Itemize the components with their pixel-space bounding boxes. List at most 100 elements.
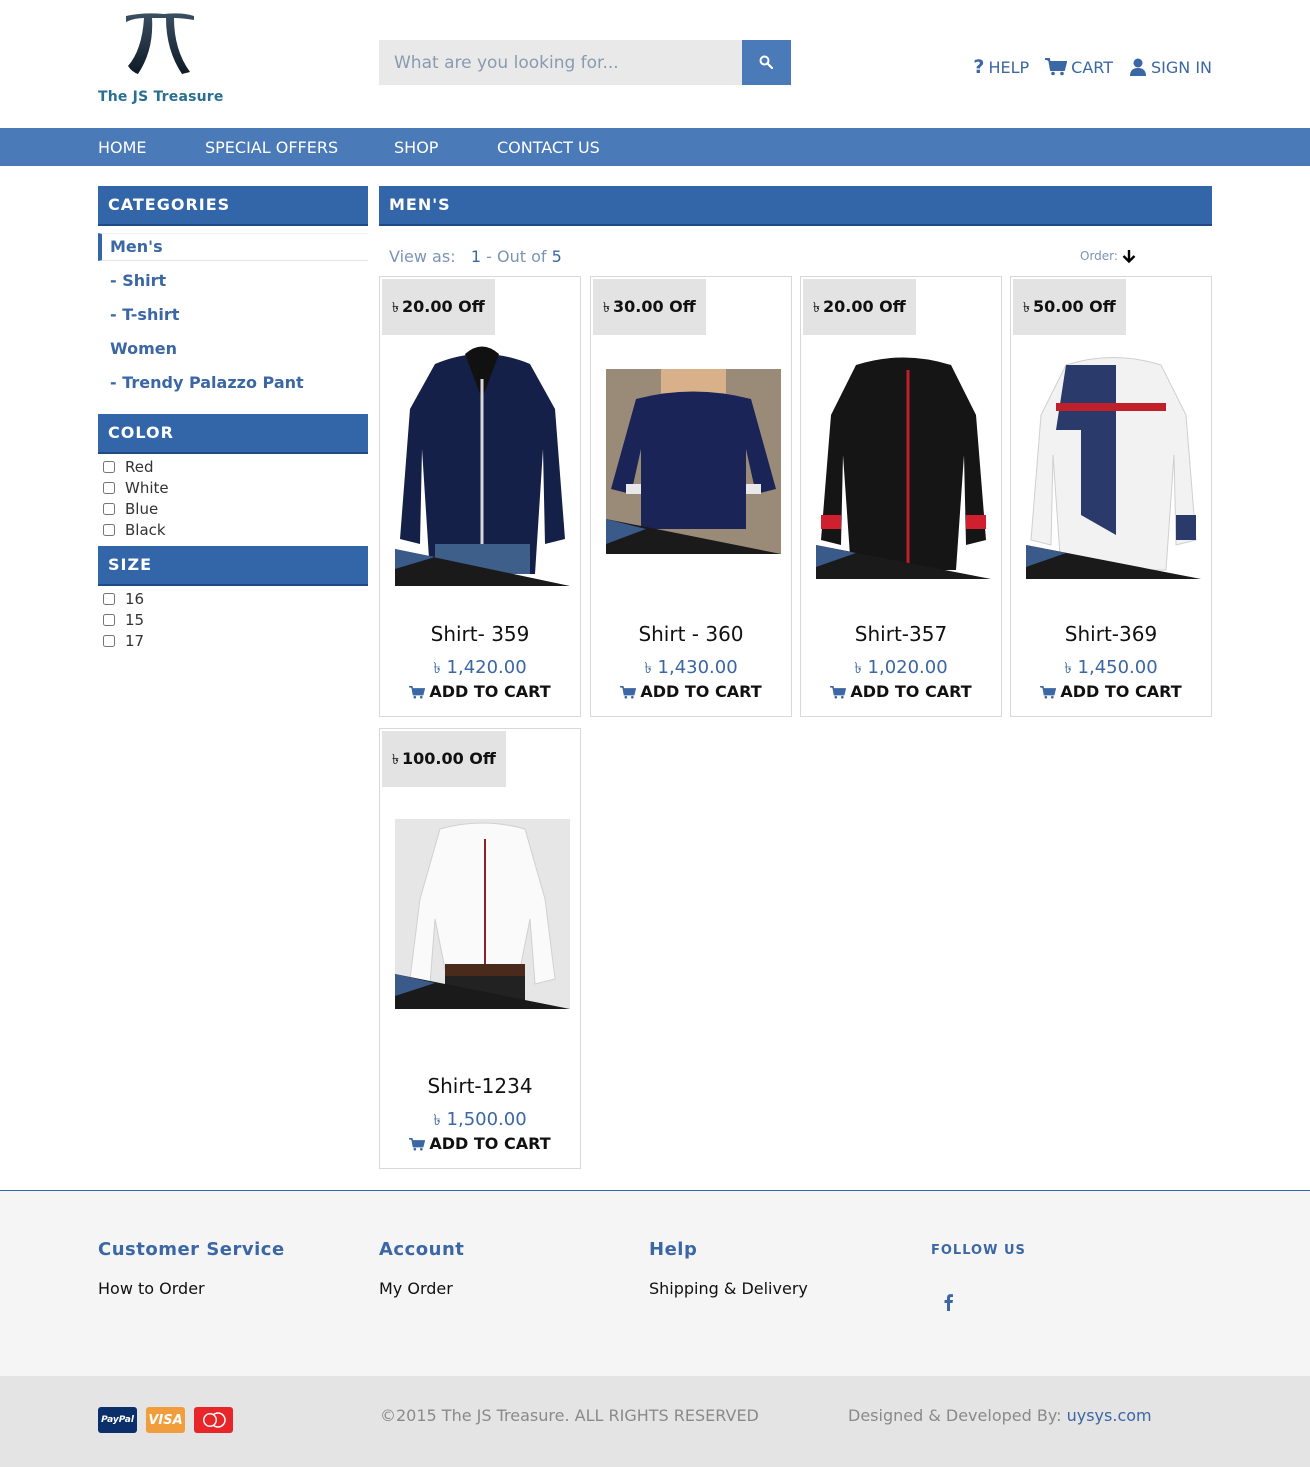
visa-icon: VISA xyxy=(146,1407,185,1433)
add-to-cart-label: ADD TO CART xyxy=(850,682,972,701)
currency-symbol: ৳ xyxy=(392,752,399,768)
size-filter-16[interactable]: 16 xyxy=(102,588,362,609)
product-image[interactable] xyxy=(395,819,570,1009)
product-price: ৳ 1,450.00 xyxy=(1011,657,1211,682)
product-image[interactable] xyxy=(606,369,781,554)
color-checkbox[interactable] xyxy=(103,502,115,515)
size-checkbox[interactable] xyxy=(103,613,115,626)
discount-text: 30.00 Off xyxy=(612,297,696,316)
category-shirt[interactable]: - Shirt xyxy=(98,267,368,301)
size-checkbox[interactable] xyxy=(103,592,115,605)
product-card[interactable]: ৳ 100.00 Off Shirt-1234 ৳ 1,500.00 ADD TO… xyxy=(379,728,581,1169)
footer-my-order-link[interactable]: My Order xyxy=(379,1279,453,1298)
search-box xyxy=(379,40,791,85)
footer-help-heading: Help xyxy=(649,1239,698,1260)
color-heading: COLOR xyxy=(98,414,368,454)
product-card[interactable]: ৳ 50.00 Off Shirt-369 ৳ 1,450.00 ADD TO C… xyxy=(1010,276,1212,717)
color-checkbox[interactable] xyxy=(103,523,115,536)
brand-logo[interactable]: The JS Treasure xyxy=(98,10,228,105)
size-filter-17[interactable]: 17 xyxy=(102,630,362,651)
product-name[interactable]: Shirt-357 xyxy=(801,622,1001,646)
top-links: ? HELP CART SIGN IN xyxy=(973,56,1212,78)
size-label: 16 xyxy=(125,589,145,608)
nav-shop[interactable]: SHOP xyxy=(394,138,438,157)
order-sort[interactable]: Order: xyxy=(1080,249,1136,263)
product-price: ৳ 1,500.00 xyxy=(380,1109,580,1134)
price-value: 1,430.00 xyxy=(657,657,738,678)
payment-methods: PayPal VISA xyxy=(98,1407,233,1433)
currency-symbol: ৳ xyxy=(433,659,441,677)
size-checkbox[interactable] xyxy=(103,634,115,647)
color-filter-blue[interactable]: Blue xyxy=(102,498,362,519)
add-to-cart-button[interactable]: ADD TO CART xyxy=(380,1134,580,1153)
add-to-cart-label: ADD TO CART xyxy=(429,682,551,701)
product-name[interactable]: Shirt-369 xyxy=(1011,622,1211,646)
discount-badge: ৳ 30.00 Off xyxy=(593,279,706,335)
color-filter-white[interactable]: White xyxy=(102,477,362,498)
category-tshirt[interactable]: - T-shirt xyxy=(98,301,368,335)
size-filter-list: 16 15 17 xyxy=(102,588,362,651)
product-image[interactable] xyxy=(1026,345,1201,579)
price-value: 1,020.00 xyxy=(867,657,948,678)
follow-us-heading: FOLLOW US xyxy=(931,1243,1026,1258)
discount-badge: ৳ 100.00 Off xyxy=(382,731,506,787)
product-name[interactable]: Shirt-1234 xyxy=(380,1074,580,1098)
product-image[interactable] xyxy=(816,345,991,579)
categories-heading: CATEGORIES xyxy=(98,186,368,226)
cart-link[interactable]: CART xyxy=(1045,58,1113,77)
color-filter-list: Red White Blue Black xyxy=(102,456,362,540)
add-to-cart-button[interactable]: ADD TO CART xyxy=(591,682,791,701)
main-nav: HOME SPECIAL OFFERS SHOP CONTACT US xyxy=(0,128,1310,166)
discount-text: 50.00 Off xyxy=(1032,297,1116,316)
category-women[interactable]: Women xyxy=(98,335,368,369)
nav-contact-us[interactable]: CONTACT US xyxy=(497,138,600,157)
add-to-cart-button[interactable]: ADD TO CART xyxy=(380,682,580,701)
currency-symbol: ৳ xyxy=(433,1111,441,1129)
page-separator: - xyxy=(481,247,497,266)
section-title: MEN'S xyxy=(379,186,1212,226)
facebook-link[interactable] xyxy=(940,1292,958,1316)
color-checkbox[interactable] xyxy=(103,460,115,473)
color-checkbox[interactable] xyxy=(103,481,115,494)
add-to-cart-label: ADD TO CART xyxy=(640,682,762,701)
nav-home[interactable]: HOME xyxy=(98,138,147,157)
brand-name: The JS Treasure xyxy=(98,89,224,105)
size-filter-15[interactable]: 15 xyxy=(102,609,362,630)
size-heading: SIZE xyxy=(98,546,368,586)
signin-link[interactable]: SIGN IN xyxy=(1129,58,1212,77)
currency-symbol: ৳ xyxy=(854,659,862,677)
color-filter-red[interactable]: Red xyxy=(102,456,362,477)
category-palazzo-pant[interactable]: - Trendy Palazzo Pant xyxy=(98,369,368,403)
size-label: 15 xyxy=(125,610,145,629)
product-name[interactable]: Shirt- 359 xyxy=(380,622,580,646)
color-filter-black[interactable]: Black xyxy=(102,519,362,540)
help-link[interactable]: ? HELP xyxy=(973,56,1029,78)
search-button[interactable] xyxy=(742,40,791,85)
add-to-cart-label: ADD TO CART xyxy=(429,1134,551,1153)
question-icon: ? xyxy=(973,56,985,78)
discount-text: 20.00 Off xyxy=(822,297,906,316)
add-to-cart-button[interactable]: ADD TO CART xyxy=(801,682,1001,701)
product-card[interactable]: ৳ 20.00 Off Shirt-357 ৳ 1,020.00 ADD TO C… xyxy=(800,276,1002,717)
nav-special-offers[interactable]: SPECIAL OFFERS xyxy=(205,138,338,157)
developer-link[interactable]: uysys.com xyxy=(1067,1406,1152,1425)
view-as-label: View as: xyxy=(389,247,456,266)
cart-icon xyxy=(1045,58,1068,76)
page-total: 5 xyxy=(551,247,562,266)
discount-text: 100.00 Off xyxy=(401,749,496,768)
add-to-cart-button[interactable]: ADD TO CART xyxy=(1011,682,1211,701)
product-price: ৳ 1,020.00 xyxy=(801,657,1001,682)
footer-account-heading: Account xyxy=(379,1239,465,1260)
product-card[interactable]: ৳ 20.00 Off Shirt- 359 ৳ 1,420.00 ADD TO … xyxy=(379,276,581,717)
page-current[interactable]: 1 xyxy=(471,247,481,266)
footer-how-to-order-link[interactable]: How to Order xyxy=(98,1279,205,1298)
discount-text: 20.00 Off xyxy=(401,297,485,316)
currency-symbol: ৳ xyxy=(813,300,820,316)
product-name[interactable]: Shirt - 360 xyxy=(591,622,791,646)
footer-shipping-link[interactable]: Shipping & Delivery xyxy=(649,1279,808,1298)
product-image[interactable] xyxy=(395,339,570,586)
search-input[interactable] xyxy=(379,40,742,85)
product-card[interactable]: ৳ 30.00 Off Shirt - 360 ৳ 1,430.00 ADD TO… xyxy=(590,276,792,717)
category-mens[interactable]: Men's xyxy=(98,233,368,261)
user-icon xyxy=(1129,58,1146,76)
